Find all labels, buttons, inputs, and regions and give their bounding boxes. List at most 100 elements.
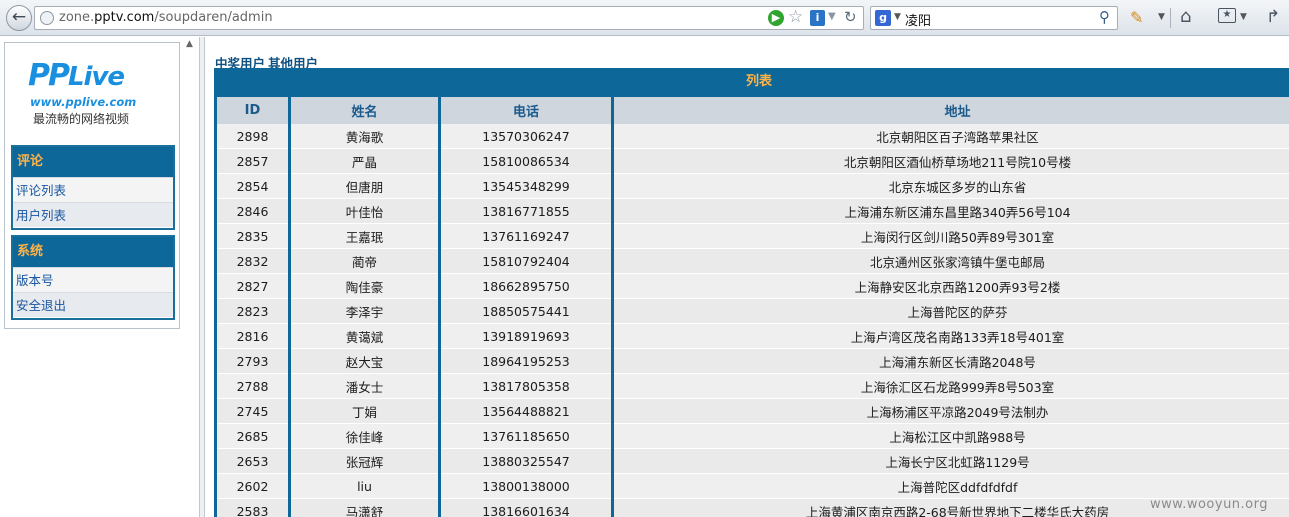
- extension-icon[interactable]: ↱: [1266, 7, 1280, 27]
- logo-slogan: 最流畅的网络视频: [33, 112, 130, 126]
- search-engine-dropdown-icon[interactable]: ▼: [894, 12, 901, 22]
- cell-id: 2653: [217, 449, 288, 474]
- bookmarks-dropdown-icon[interactable]: ▼: [1240, 12, 1247, 22]
- cell-name: 黄海歌: [291, 124, 438, 149]
- sidebar-item-version[interactable]: 版本号: [13, 267, 173, 292]
- toolbar-separator: [1170, 8, 1171, 28]
- table-row: 2745 丁娟 13564488821 上海杨浦区平凉路2049号法制办: [217, 399, 1289, 424]
- table-row: 2835 王嘉珉 13761169247 上海闵行区剑川路50弄89号301室: [217, 224, 1289, 249]
- sidebar-item-logout[interactable]: 安全退出: [13, 292, 173, 317]
- cell-phone: 13816771855: [441, 199, 611, 224]
- table-row: 2832 蔺帝 15810792404 北京通州区张家湾镇牛堡屯邮局: [217, 249, 1289, 274]
- cell-id: 2685: [217, 424, 288, 449]
- table-row: 2788 潘女士 13817805358 上海徐汇区石龙路999弄8号503室: [217, 374, 1289, 399]
- site-info-icon[interactable]: i: [810, 10, 825, 26]
- cell-id: 2823: [217, 299, 288, 324]
- column-header-name: 姓名: [291, 95, 438, 124]
- table-row: 2653 张冠辉 13880325547 上海长宁区北虹路1129号: [217, 449, 1289, 474]
- cell-phone: 18964195253: [441, 349, 611, 374]
- cell-name: 陶佳豪: [291, 274, 438, 299]
- cell-name: 张冠辉: [291, 449, 438, 474]
- go-arrow-icon[interactable]: ▶: [768, 10, 784, 26]
- cell-address: 上海徐汇区石龙路999弄8号503室: [614, 374, 1289, 399]
- table-row: 2823 李泽宇 18850575441 上海普陀区的萨芬: [217, 299, 1289, 324]
- menu-header-system: 系统: [13, 237, 173, 267]
- frame-divider[interactable]: [199, 37, 205, 517]
- cell-id: 2788: [217, 374, 288, 399]
- logo-wordmark: PPLive: [28, 58, 125, 93]
- search-icon[interactable]: ⚲: [1099, 8, 1110, 26]
- table-row: 2816 黄蔼斌 13918919693 上海卢湾区茂名南路133弄18号401室: [217, 324, 1289, 349]
- cell-name: liu: [291, 474, 438, 499]
- search-input[interactable]: 凌阳: [905, 10, 931, 29]
- cell-name: 李泽宇: [291, 299, 438, 324]
- cell-name: 赵大宝: [291, 349, 438, 374]
- cell-address: 上海闵行区剑川路50弄89号301室: [614, 224, 1289, 249]
- sidebar: PPLive www.pplive.com 最流畅的网络视频 评论 评论列表 用…: [4, 42, 180, 329]
- cell-address: 上海静安区北京西路1200弄93号2楼: [614, 274, 1289, 299]
- table-row: 2854 但唐朋 13545348299 北京东城区多岁的山东省: [217, 174, 1289, 199]
- scroll-up-icon[interactable]: ▲: [186, 39, 193, 49]
- logo-url: www.pplive.com: [30, 95, 137, 109]
- menu-group-system: 系统 版本号 安全退出: [11, 235, 175, 320]
- column-header-id: ID: [217, 95, 288, 124]
- cell-address: 上海浦东新区浦东昌里路340弄56号104: [614, 199, 1289, 224]
- url-text[interactable]: zone.pptv.com/soupdaren/admin: [59, 10, 273, 25]
- cell-id: 2583: [217, 499, 288, 517]
- cell-name: 徐佳峰: [291, 424, 438, 449]
- toolbar-dropdown-icon[interactable]: ▼: [1158, 12, 1165, 22]
- watermark: www.wooyun.org: [1150, 497, 1269, 512]
- pencil-icon[interactable]: ✎: [1130, 8, 1143, 27]
- cell-id: 2835: [217, 224, 288, 249]
- back-arrow-icon[interactable]: ←: [6, 5, 32, 31]
- cell-phone: 13570306247: [441, 124, 611, 149]
- cell-name: 蔺帝: [291, 249, 438, 274]
- bookmarks-icon[interactable]: ★: [1218, 8, 1236, 23]
- cell-address: 上海普陀区ddfdfdfdf: [614, 474, 1289, 499]
- table-row: 2685 徐佳峰 13761185650 上海松江区中凯路988号: [217, 424, 1289, 449]
- cell-id: 2832: [217, 249, 288, 274]
- cell-id: 2846: [217, 199, 288, 224]
- table-row: 2583 马潇舒 13816601634 上海黄浦区南京西路2-68号新世界地下二楼华…: [217, 499, 1289, 517]
- cell-id: 2857: [217, 149, 288, 174]
- user-table-panel: 列表 ID 姓名 电话 地址 2898 黄海歌 13570306247 北京朝阳区百子…: [214, 68, 1289, 517]
- cell-id: 2602: [217, 474, 288, 499]
- cell-phone: 13817805358: [441, 374, 611, 399]
- left-frame: PPLive www.pplive.com 最流畅的网络视频 评论 评论列表 用…: [0, 37, 200, 517]
- cell-address: 上海长宁区北虹路1129号: [614, 449, 1289, 474]
- pplive-logo: PPLive www.pplive.com 最流畅的网络视频: [25, 58, 165, 128]
- user-table: ID 姓名 电话 地址 2898 黄海歌 13570306247 北京朝阳区百子湾路苹…: [214, 95, 1289, 517]
- cell-address: 北京朝阳区酒仙桥草场地211号院10号楼: [614, 149, 1289, 174]
- bookmark-star-icon[interactable]: ☆: [788, 7, 803, 27]
- history-dropdown-icon[interactable]: ▼: [828, 11, 836, 22]
- sidebar-item-user-list[interactable]: 用户列表: [13, 202, 173, 227]
- cell-name: 叶佳怡: [291, 199, 438, 224]
- cell-phone: 13816601634: [441, 499, 611, 517]
- main-frame: 中奖用户 其他用户 列表 ID 姓名 电话 地址 2898 黄海歌 135703062…: [206, 37, 1289, 517]
- table-row: 2602 liu 13800138000 上海普陀区ddfdfdfdf: [217, 474, 1289, 499]
- cell-id: 2745: [217, 399, 288, 424]
- cell-address: 北京通州区张家湾镇牛堡屯邮局: [614, 249, 1289, 274]
- cell-phone: 18662895750: [441, 274, 611, 299]
- cell-phone: 18850575441: [441, 299, 611, 324]
- cell-address: 上海杨浦区平凉路2049号法制办: [614, 399, 1289, 424]
- cell-address: 北京东城区多岁的山东省: [614, 174, 1289, 199]
- sidebar-item-comment-list[interactable]: 评论列表: [13, 177, 173, 202]
- home-icon[interactable]: ⌂: [1180, 6, 1191, 27]
- menu-header-comments: 评论: [13, 147, 173, 177]
- column-header-address: 地址: [614, 95, 1289, 124]
- column-header-phone: 电话: [441, 95, 611, 124]
- cell-phone: 15810086534: [441, 149, 611, 174]
- table-header-row: ID 姓名 电话 地址: [217, 95, 1289, 124]
- search-bar[interactable]: g ▼ 凌阳 ⚲: [870, 6, 1118, 30]
- cell-phone: 13800138000: [441, 474, 611, 499]
- cell-address: 上海卢湾区茂名南路133弄18号401室: [614, 324, 1289, 349]
- cell-id: 2827: [217, 274, 288, 299]
- google-icon[interactable]: g: [875, 10, 891, 26]
- cell-id: 2854: [217, 174, 288, 199]
- reload-icon[interactable]: ↻: [844, 8, 857, 26]
- cell-name: 潘女士: [291, 374, 438, 399]
- cell-phone: 15810792404: [441, 249, 611, 274]
- cell-address: 上海浦东新区长清路2048号: [614, 349, 1289, 374]
- address-bar[interactable]: zone.pptv.com/soupdaren/admin ▶ ☆ i ▼ ↻: [34, 6, 864, 30]
